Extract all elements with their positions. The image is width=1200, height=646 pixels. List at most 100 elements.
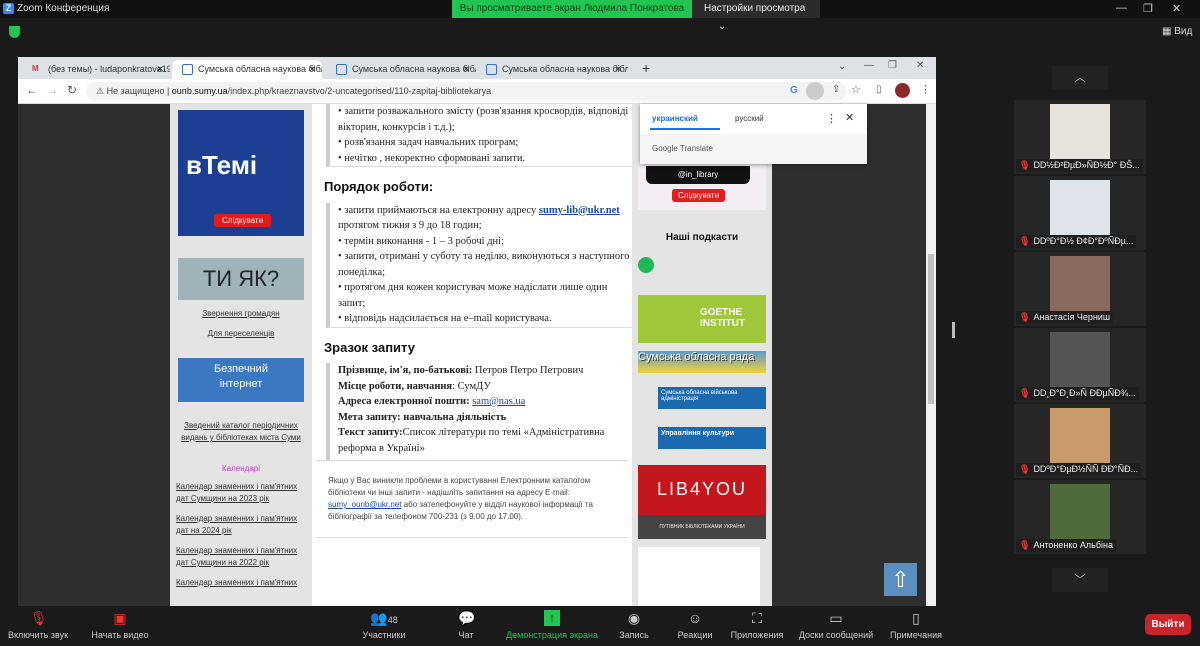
participant-tile[interactable]: 🎙 Антоненко Альбіна [1014,480,1146,554]
minimize-icon[interactable]: — [1116,2,1127,14]
main-content: • запити розважального змісту (розв'язан… [312,104,632,606]
reload-icon[interactable]: ↻ [67,83,77,97]
calendar-link[interactable]: Календар знаменних і пам'ятних дат Сумщи… [176,481,306,505]
address-bar-row: ← → ↻ ⚠ Не защищено | ounb.sumy.ua/index… [18,79,936,104]
military-administration-banner[interactable]: Сумська обласна військова адміністрація [658,387,766,409]
citizens-appeals-link[interactable]: Звернення громадян [176,308,306,320]
lib4you-banner[interactable]: LIB4YOU ПУТІВНИК БІБЛІОТЕКАМИ УКРАЇНИ [638,465,766,539]
more-options-icon[interactable]: ⋮ [826,112,837,125]
participant-tile[interactable]: 🎙 Анастасія Черниш [1014,252,1146,326]
start-video-button[interactable]: ▣ Начать видео [88,610,152,640]
vtemi-banner[interactable]: вТемі Слідкувати [178,110,304,236]
url-input[interactable]: ⚠ Не защищено | ounb.sumy.ua/index.php/k… [86,82,846,101]
muted-mic-icon: 🎙 [1019,464,1031,474]
apps-icon: ⛶ [752,610,762,626]
displaced-persons-link[interactable]: Для переселенців [176,328,306,340]
tab-library-2[interactable]: Сумська обласна наукова бібл... ✕ [326,60,476,79]
culture-department-banner[interactable]: Управління культури [658,427,766,449]
close-tab-icon[interactable]: ✕ [308,64,316,75]
ty-yak-banner[interactable]: ТИ ЯК? [178,258,304,300]
site-favicon-icon [336,64,347,75]
regional-council-banner[interactable]: Сумська обласна рада [638,351,766,373]
participant-tile[interactable]: 🎙 DDºÐ°Ð½ Ð¢Ð°ÐºÑÐµ... [1014,176,1146,250]
notes-button[interactable]: ▯ Примечания [886,610,946,640]
podcasts-heading: Наші подкасти [665,232,739,243]
scroll-up-button[interactable]: ︿ [1052,66,1108,90]
participants-button[interactable]: 👥48 Участники [356,610,412,640]
email-link[interactable]: sam@nas.ua [472,396,525,407]
new-tab-icon[interactable]: + [642,60,650,76]
forward-icon[interactable]: → [46,83,58,97]
site-favicon-icon [182,64,193,75]
split-resize-handle[interactable] [952,322,955,338]
language-ukrainian-tab[interactable]: украинский [652,114,698,123]
email-link[interactable]: sumy-lib@ukr.net [539,205,620,216]
share-icon[interactable]: ⇪ [832,84,840,95]
apps-button[interactable]: ⛶ Приложения [728,610,786,640]
label: Місце роботи, навчання [338,380,453,392]
follow-button[interactable]: Слідкувати [672,189,726,202]
list-item: • запити приймаються на електронну адрес… [338,203,632,234]
security-shield-icon[interactable] [9,26,20,38]
value: Петров Петро Петрович [472,365,584,376]
translate-page-icon[interactable] [806,82,824,100]
share-screen-button[interactable]: ↑ Демонстрация экрана [504,610,600,640]
menu-kebab-icon[interactable]: ⋮ [920,83,931,96]
tab-label: (без темы) - ludaponkratova19... [48,64,170,74]
periodicals-catalog-link[interactable]: Зведений каталог періодичних видань у бі… [176,420,306,444]
library-book-banner[interactable] [638,547,760,606]
tab-gmail[interactable]: M (без темы) - ludaponkratova19... ✕ [22,60,170,79]
google-translate-icon[interactable]: G [790,85,798,96]
text: протягом тижня з 9 до 18 годин; [338,220,482,231]
video-off-icon: ▣ [113,610,127,626]
language-russian-tab[interactable]: русский [735,114,764,123]
calendar-link[interactable]: Календар знаменних і пам'ятних дат Сумщи… [176,545,306,569]
view-options-button[interactable]: Настройки просмотра ⌄ [692,0,820,32]
unmute-button[interactable]: 🎙 Включить звук [6,610,70,640]
close-tab-icon[interactable]: ✕ [156,64,164,75]
whiteboards-button[interactable]: ▭ Доски сообщений [796,610,876,640]
contact-note: Якщо у Вас виникли проблеми в користуван… [316,460,628,538]
email-link[interactable]: sumy_ounb@ukr.net [328,500,402,509]
window-title: Zoom Конференция [17,3,110,14]
follow-button[interactable]: Слідкувати [214,214,272,227]
url-path: /index.php/kraeznavstvo/2-uncategorised/… [227,86,492,96]
safe-internet-banner[interactable]: Безпечний інтернет [178,358,304,402]
close-icon[interactable]: ✕ [1172,2,1181,15]
reactions-button[interactable]: ☺ Реакции [674,610,716,640]
maximize-icon[interactable]: ❐ [1143,2,1153,15]
restore-icon[interactable]: ❐ [888,60,897,71]
chat-button[interactable]: 💬 Чат [448,610,484,640]
participant-name: Антоненко Альбіна [1033,540,1114,550]
side-panel-icon[interactable]: ▯ [876,84,882,95]
participant-tile[interactable]: 🎙 DD½Ð²ÐµÐ»ÑÐ½Ð° ÐŠ... [1014,100,1146,174]
close-window-icon[interactable]: ✕ [916,60,924,71]
tab-library-1[interactable]: Сумська обласна наукова бібл... ✕ [172,60,322,79]
participant-tile[interactable]: 🎙 DDºÐ°ÐµÐ½ÑÑ ÐÐ°ÑÐ... [1014,404,1146,478]
leave-button[interactable]: Выйти [1145,614,1191,635]
profile-avatar[interactable] [895,83,910,98]
participant-tile[interactable]: 🎙 DD¸Ð°Ð¸Ð»Ñ ÐÐµÑÐ¾... [1014,328,1146,402]
tab-search-icon[interactable]: ⌄ [838,61,846,72]
close-tab-icon[interactable]: ✕ [614,64,622,75]
list-item: • термін виконання - 1 – 3 робочі дні; [338,235,505,247]
tab-library-3[interactable]: Сумська обласна наукова бібл... ✕ [476,60,628,79]
back-icon[interactable]: ← [26,83,38,97]
close-icon[interactable]: ✕ [845,111,854,124]
spotify-icon[interactable] [638,257,654,273]
tiktok-banner[interactable]: @in_library Слідкувати [638,162,766,210]
scroll-down-button[interactable]: ﹀ [1052,568,1108,592]
scroll-to-top-button[interactable]: ⇧ [884,563,917,596]
record-button[interactable]: ◉ Запись [614,610,654,640]
calendar-link[interactable]: Календар знаменних і пам'ятних дат на 20… [176,513,306,537]
minimize-icon[interactable]: — [864,60,874,71]
page-scrollbar[interactable] [926,104,936,606]
view-button[interactable]: ▦ Вид [1162,26,1192,37]
scrollbar-thumb[interactable] [928,254,934,404]
close-tab-icon[interactable]: ✕ [462,64,470,75]
chat-icon: 💬 [458,610,476,626]
goethe-institut-banner[interactable]: GOETHE INSTITUT [638,295,766,343]
calendar-link[interactable]: Календар знаменних і пам'ятних [176,577,306,589]
bookmark-star-icon[interactable]: ☆ [851,83,861,96]
reactions-icon: ☺ [687,610,703,626]
